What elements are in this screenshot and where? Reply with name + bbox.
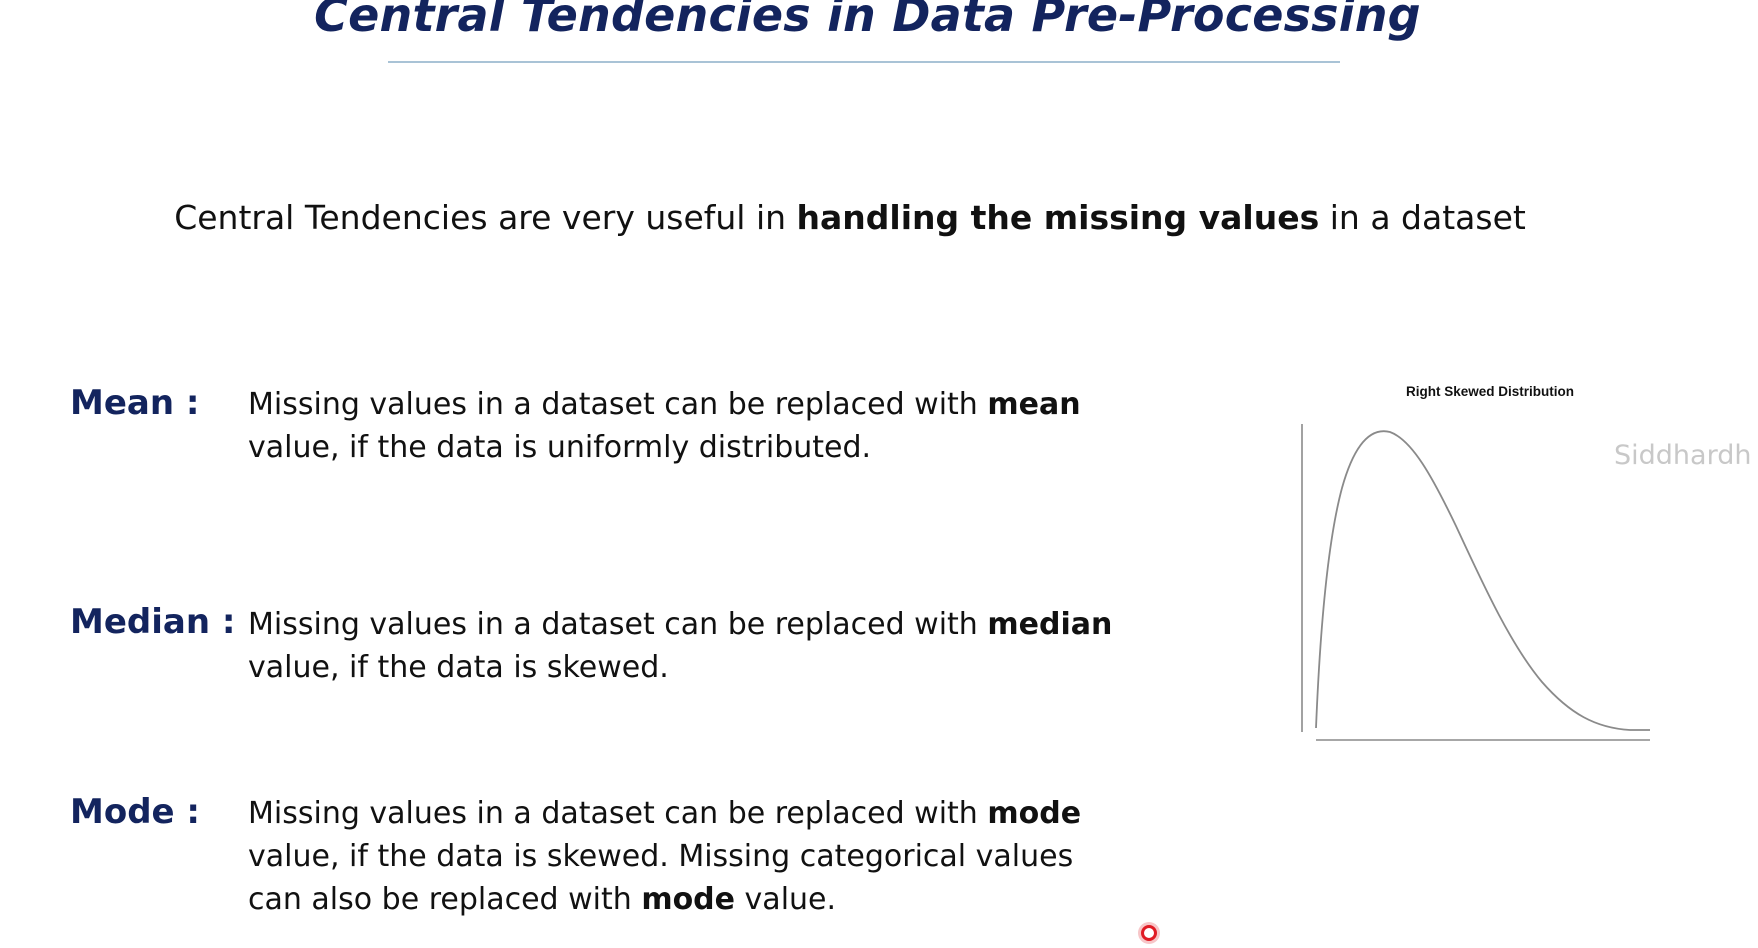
slide-title: Central Tendencies in Data Pre-Processin… (314, 0, 1421, 42)
watermark: Siddhardh (1614, 440, 1752, 471)
description-mode-bold: mode (987, 796, 1082, 831)
description-mode-end: value. (735, 882, 837, 917)
chart-svg (1301, 424, 1650, 741)
intro-text-bold: handling the missing values (796, 198, 1320, 237)
term-mode: Mode : (70, 792, 201, 832)
description-mode-bold-2: mode (641, 882, 736, 917)
pointer-indicator (1141, 925, 1157, 941)
description-mean: Missing values in a dataset can be repla… (248, 383, 1128, 469)
term-median: Median : (70, 602, 236, 642)
description-median-bold: median (987, 607, 1113, 642)
description-median-text: Missing values in a dataset can be repla… (248, 607, 988, 642)
skewed-distribution-chart (1270, 380, 1680, 760)
title-underline (388, 61, 1340, 63)
description-mode: Missing values in a dataset can be repla… (248, 792, 1128, 921)
intro-text-after: in a dataset (1319, 198, 1526, 237)
intro-sentence: Central Tendencies are very useful in ha… (0, 198, 1700, 237)
density-curve (1315, 430, 1650, 731)
description-median-rest: value, if the data is skewed. (248, 650, 669, 685)
description-mean-bold: mean (987, 387, 1081, 422)
description-mean-text: Missing values in a dataset can be repla… (248, 387, 988, 422)
term-mean: Mean : (70, 383, 200, 423)
description-median: Missing values in a dataset can be repla… (248, 603, 1128, 689)
intro-text-before: Central Tendencies are very useful in (174, 198, 797, 237)
description-mode-text: Missing values in a dataset can be repla… (248, 796, 988, 831)
description-mean-rest: value, if the data is uniformly distribu… (248, 430, 872, 465)
